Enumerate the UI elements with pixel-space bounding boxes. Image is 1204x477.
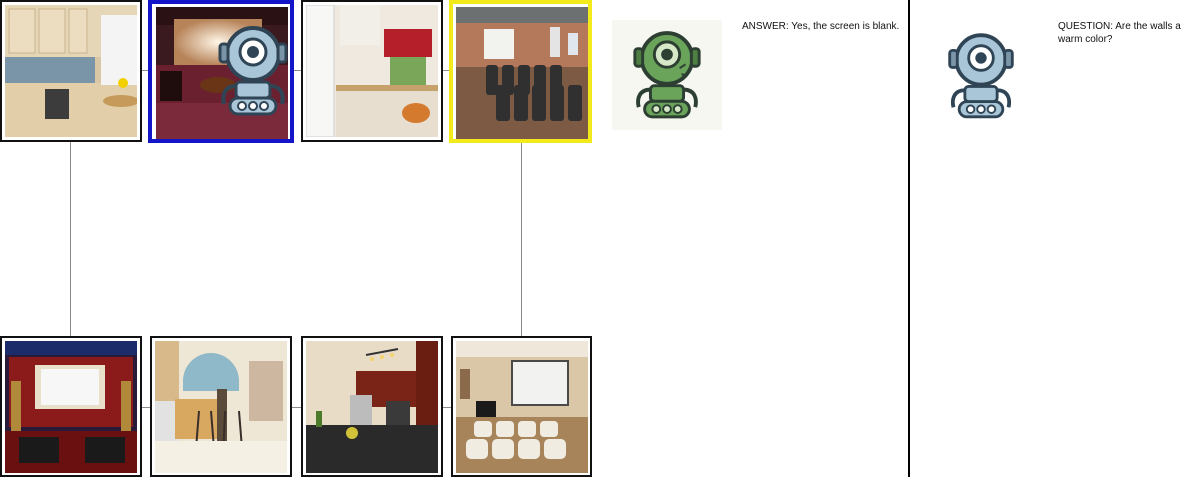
kitchen-photo <box>306 341 438 473</box>
blue-robot-icon <box>218 26 288 116</box>
image-tile-home-theater-yellow[interactable] <box>449 0 592 143</box>
image-tile-home-theater-selected[interactable] <box>148 0 294 143</box>
kitchen-photo <box>306 5 438 137</box>
connector-line <box>70 141 71 337</box>
image-tile-kitchen[interactable] <box>150 336 292 477</box>
answer-text: ANSWER: Yes, the screen is blank. <box>742 21 900 32</box>
connector-line <box>141 407 150 408</box>
image-tile-home-theater[interactable] <box>0 336 142 477</box>
kitchen-photo <box>155 341 287 473</box>
kitchen-photo <box>5 5 137 137</box>
connector-line <box>442 407 451 408</box>
theater-photo <box>456 341 588 473</box>
image-tile-kitchen[interactable] <box>301 336 443 477</box>
questioner-avatar <box>938 24 1024 124</box>
image-tile-home-theater[interactable] <box>451 336 592 477</box>
green-robot-icon <box>633 31 701 119</box>
image-tile-kitchen[interactable] <box>0 0 142 142</box>
question-text: QUESTION: Are the walls a warm color? <box>1058 21 1181 45</box>
panel-divider <box>908 0 910 477</box>
answerer-avatar <box>612 20 722 130</box>
theater-photo <box>5 341 137 473</box>
theater-photo <box>456 7 588 139</box>
blue-robot-icon <box>948 33 1014 119</box>
image-tile-kitchen[interactable] <box>301 0 443 142</box>
connector-line <box>521 141 522 337</box>
